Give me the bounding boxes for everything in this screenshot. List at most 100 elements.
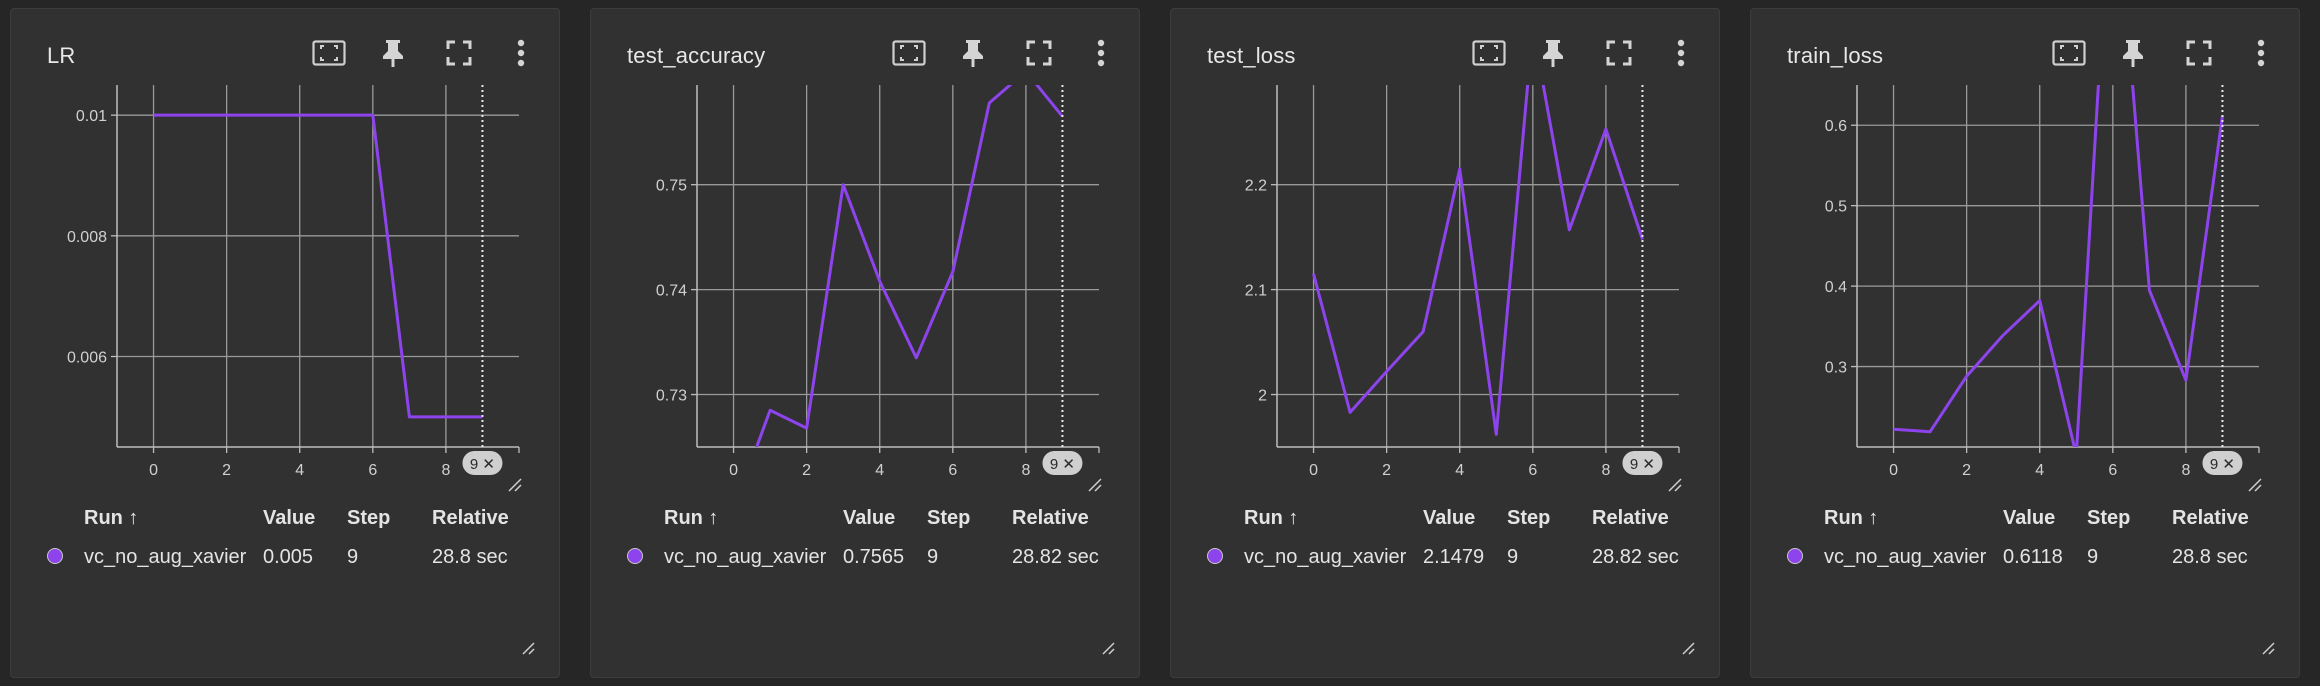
- x-tick-label: 2: [1962, 462, 1971, 479]
- chart-resize-handle[interactable]: [1088, 478, 1102, 492]
- scalar-card-LR: LR 0.01 0.008 0.006 0 2 4 6 8 9 ✕ Run ↑ Value Step Re…: [10, 8, 560, 678]
- legend-run-step: 9: [347, 546, 359, 568]
- chart-resize-handle[interactable]: [1668, 478, 1682, 492]
- card-resize-handle[interactable]: [2261, 641, 2275, 655]
- x-tick-label: 2: [222, 462, 231, 479]
- card-resize-handle[interactable]: [521, 641, 535, 655]
- legend-header-value: Value: [2003, 507, 2056, 529]
- legend-header-run[interactable]: Run ↑: [1244, 507, 1298, 530]
- series-group: [1312, 85, 1644, 436]
- legend-run-value: 0.6118: [2003, 546, 2063, 568]
- run-color-swatch[interactable]: [627, 548, 643, 564]
- legend-run-relative: 28.8 sec: [2172, 546, 2248, 568]
- x-tick-label: 6: [368, 462, 377, 479]
- x-tick-label: 6: [1528, 462, 1537, 479]
- step-badge-label: 9 ✕: [470, 456, 495, 473]
- legend-header-value: Value: [843, 507, 896, 529]
- scalar-card-train_loss: train_loss 0.6 0.5 0.4 0.3 0 2 4 6 8 9 ✕ Run ↑ Value…: [1750, 8, 2300, 678]
- legend-header-relative: Relative: [1592, 507, 1669, 529]
- legend-run-value: 0.005: [263, 546, 314, 568]
- run-color-swatch[interactable]: [1787, 548, 1803, 564]
- legend-run-step: 9: [927, 546, 939, 568]
- y-tick-label: 0.3: [1825, 360, 1847, 377]
- legend-header-run[interactable]: Run ↑: [1824, 507, 1878, 530]
- legend-header-step: Step: [1507, 507, 1551, 529]
- y-tick-label: 0.75: [656, 178, 687, 195]
- y-tick-label: 0.74: [656, 283, 687, 300]
- run-color-swatch[interactable]: [47, 548, 63, 564]
- y-tick-label: 2.2: [1245, 178, 1267, 195]
- legend-run-relative: 28.82 sec: [1012, 546, 1099, 568]
- legend-run-name: vc_no_aug_xavier: [1244, 546, 1407, 568]
- x-tick-label: 0: [1309, 462, 1318, 479]
- y-tick-label: 2.1: [1245, 283, 1267, 300]
- legend-run-relative: 28.8 sec: [432, 546, 508, 568]
- legend-header-step: Step: [347, 507, 391, 529]
- x-tick-label: 4: [2035, 462, 2044, 479]
- series-group: [1893, 85, 2224, 447]
- legend-run-step: 9: [2087, 546, 2099, 568]
- card-resize-handle[interactable]: [1101, 641, 1115, 655]
- step-badge[interactable]: 9 ✕: [462, 451, 503, 475]
- y-tick-label: 0.008: [67, 229, 107, 246]
- step-badge[interactable]: 9 ✕: [1042, 451, 1083, 475]
- x-tick-label: 8: [2181, 462, 2190, 479]
- x-tick-label: 0: [1889, 462, 1898, 479]
- x-tick-label: 6: [948, 462, 957, 479]
- legend-header-run[interactable]: Run ↑: [664, 507, 718, 530]
- x-tick-label: 4: [1455, 462, 1464, 479]
- series-line-vc_no_aug_xavier: [1893, 85, 2224, 447]
- y-tick-label: 0.01: [76, 108, 107, 125]
- legend-run-name: vc_no_aug_xavier: [84, 546, 247, 568]
- y-tick-label: 0.6: [1825, 118, 1847, 135]
- step-badge[interactable]: 9 ✕: [1622, 451, 1663, 475]
- legend-run-value: 2.1479: [1423, 546, 1485, 568]
- legend-run-name: vc_no_aug_xavier: [1824, 546, 1987, 568]
- legend-run-value: 0.7565: [843, 546, 905, 568]
- x-tick-label: 2: [1382, 462, 1391, 479]
- chart-resize-handle[interactable]: [2248, 478, 2262, 492]
- card-resize-handle[interactable]: [1681, 641, 1695, 655]
- legend-header-step: Step: [927, 507, 971, 529]
- x-tick-label: 8: [1601, 462, 1610, 479]
- x-tick-label: 4: [875, 462, 884, 479]
- step-badge-label: 9 ✕: [1630, 456, 1655, 473]
- x-tick-label: 0: [729, 462, 738, 479]
- legend-run-relative: 28.82 sec: [1592, 546, 1679, 568]
- series-group: [153, 113, 483, 419]
- x-tick-label: 6: [2108, 462, 2117, 479]
- legend-header-relative: Relative: [432, 507, 509, 529]
- y-tick-label: 0.5: [1825, 199, 1847, 216]
- x-tick-label: 8: [441, 462, 450, 479]
- line-chart[interactable]: 0.75 0.74 0.73 0 2 4 6 8 9 ✕: [591, 9, 1141, 492]
- step-badge-label: 9 ✕: [1050, 456, 1075, 473]
- legend-header-value: Value: [263, 507, 316, 529]
- series-group: [755, 85, 1064, 447]
- legend-header-relative: Relative: [2172, 507, 2249, 529]
- scalar-card-test_accuracy: test_accuracy 0.75 0.74 0.73 0 2 4 6 8 9 ✕ Run ↑ Va…: [590, 8, 1140, 678]
- step-badge[interactable]: 9 ✕: [2202, 451, 2243, 475]
- x-tick-label: 0: [149, 462, 158, 479]
- legend-header-run[interactable]: Run ↑: [84, 507, 138, 530]
- scalar-card-test_loss: test_loss 2.2 2.1 2 0 2 4 6 8 9 ✕ Run ↑ Value Step Re…: [1170, 8, 1720, 678]
- legend-run-step: 9: [1507, 546, 1519, 568]
- x-tick-label: 4: [295, 462, 304, 479]
- series-line-vc_no_aug_xavier: [755, 85, 1064, 447]
- series-line-vc_no_aug_xavier: [153, 113, 483, 419]
- x-tick-label: 2: [802, 462, 811, 479]
- chart-resize-handle[interactable]: [508, 478, 522, 492]
- y-tick-label: 0.4: [1825, 279, 1847, 296]
- x-tick-label: 8: [1021, 462, 1030, 479]
- y-tick-label: 0.006: [67, 350, 107, 367]
- series-line-vc_no_aug_xavier: [1312, 85, 1644, 436]
- y-tick-label: 2: [1258, 388, 1267, 405]
- step-badge-label: 9 ✕: [2210, 456, 2235, 473]
- run-color-swatch[interactable]: [1207, 548, 1223, 564]
- y-tick-label: 0.73: [656, 388, 687, 405]
- line-chart[interactable]: 2.2 2.1 2 0 2 4 6 8 9 ✕: [1171, 9, 1721, 492]
- legend-header-value: Value: [1423, 507, 1476, 529]
- legend-header-step: Step: [2087, 507, 2131, 529]
- line-chart[interactable]: 0.6 0.5 0.4 0.3 0 2 4 6 8 9 ✕: [1751, 9, 2301, 492]
- line-chart[interactable]: 0.01 0.008 0.006 0 2 4 6 8 9 ✕: [11, 9, 561, 492]
- legend-run-name: vc_no_aug_xavier: [664, 546, 827, 568]
